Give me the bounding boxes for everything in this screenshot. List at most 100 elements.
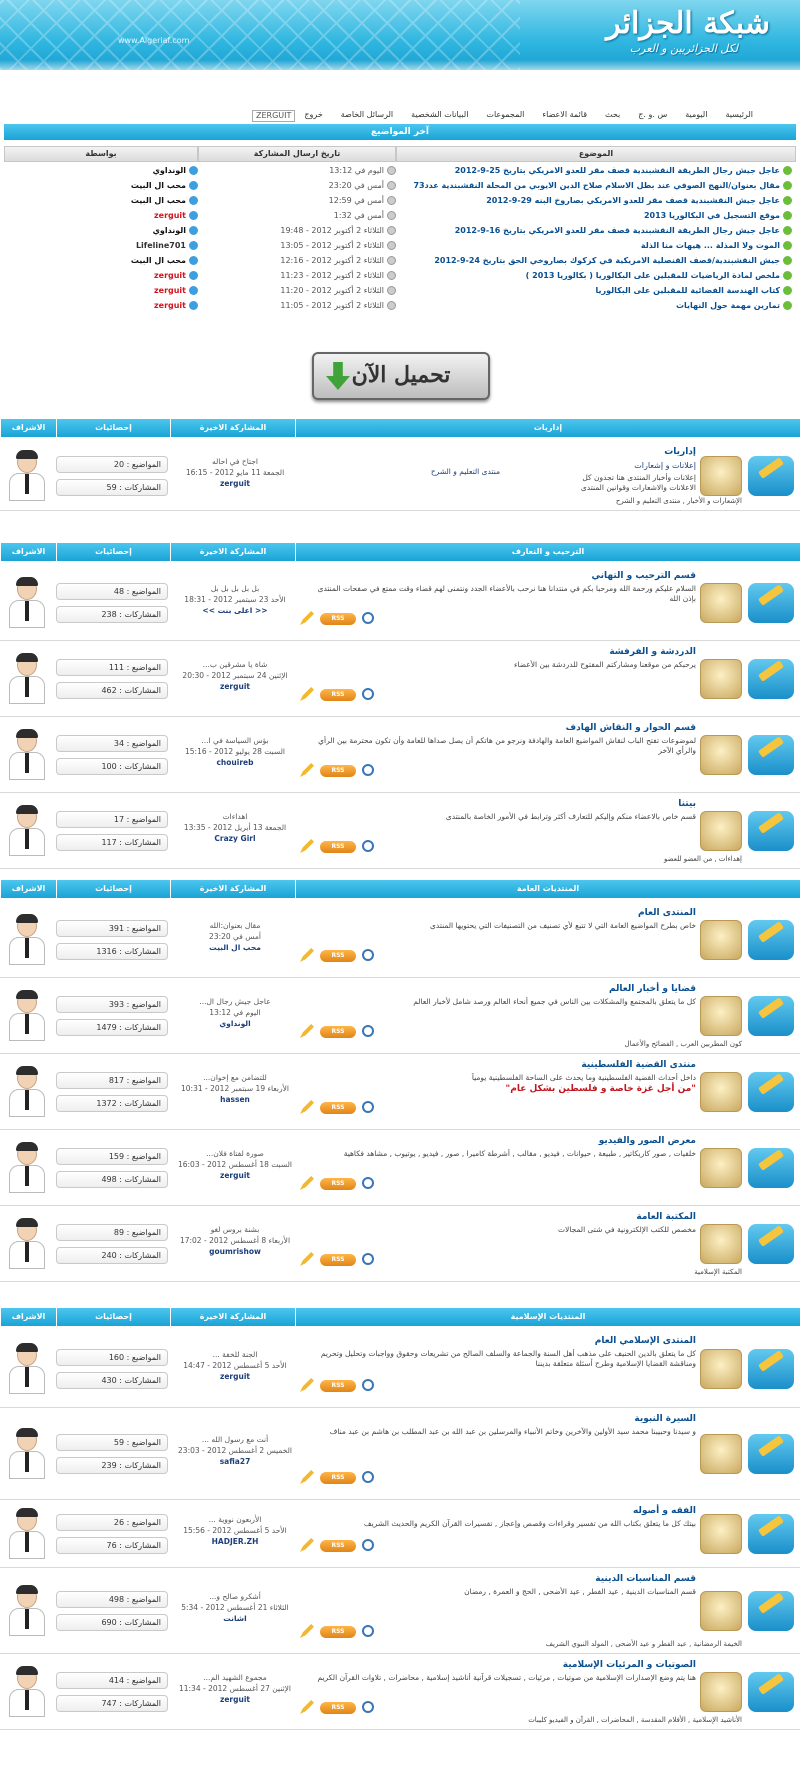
nav-calendar[interactable]: اليومية — [676, 110, 716, 122]
last-post-title[interactable]: بل بل بل بل بل — [170, 583, 300, 594]
search-icon[interactable] — [362, 612, 374, 624]
site-logo[interactable]: شبكة الجزائر — [606, 6, 770, 41]
search-icon[interactable] — [362, 688, 374, 700]
rss-icon[interactable]: RSS — [320, 1102, 356, 1114]
last-post-title[interactable]: أنت مع رسول الله ... — [170, 1434, 300, 1445]
new-topic-icon[interactable] — [300, 1378, 314, 1392]
goto-post-icon[interactable] — [189, 241, 198, 250]
search-icon[interactable] — [362, 949, 374, 961]
latest-topic-author-name[interactable]: Lifeline701 — [136, 241, 186, 250]
moderator-avatar[interactable] — [6, 1343, 50, 1394]
latest-topic-title[interactable]: الموت ولا المذلة ... هيهات منا الذلة — [412, 239, 792, 253]
forum-name[interactable]: المنتدى العام — [638, 908, 696, 918]
latest-topic-title[interactable]: عاجل جيش رجال الطريقة النقشبندية قصف مقر… — [412, 164, 792, 178]
last-post-title[interactable]: شاة يا مشرقين ب... — [170, 659, 300, 670]
last-post-title[interactable]: بؤس السياسة في ا... — [170, 735, 300, 746]
last-post-title[interactable]: عاجل جيش رجال ال... — [170, 996, 300, 1007]
nav-search[interactable]: بحث — [596, 110, 629, 122]
latest-topic-title[interactable]: ملخص لمادة الرياضيات للمقبلين على البكال… — [412, 269, 792, 283]
latest-topic-title[interactable]: عاجل جيش النقشبندية قصف مقر للعدو الامري… — [412, 194, 792, 208]
forum-name[interactable]: قضايا و أخبار العالم — [609, 984, 696, 994]
forum-name[interactable]: قسم المناسبات الدينية — [595, 1574, 696, 1584]
forum-status-icon[interactable] — [748, 659, 794, 699]
moderator-avatar[interactable] — [6, 729, 50, 780]
latest-topic-author-name[interactable]: محب ال البيت — [131, 196, 186, 205]
subforum-links[interactable]: المكتبة الإسلامية — [694, 1268, 742, 1276]
search-icon[interactable] — [362, 1379, 374, 1391]
forum-status-icon[interactable] — [748, 1672, 794, 1712]
latest-topic-link[interactable]: عاجل جيش رجال الطريقة النقشبندية قصف مقر… — [455, 226, 780, 235]
latest-topic-author[interactable]: محب ال البيت — [8, 194, 198, 208]
nav-username[interactable]: ZERGUIT — [251, 110, 296, 122]
latest-topic-title[interactable]: موقع التسجيل في البكالوريا 2013 — [412, 209, 792, 223]
latest-topic-author[interactable]: الونداوي — [8, 164, 198, 178]
last-post-author[interactable]: << اعلى بنت >> — [170, 605, 300, 616]
search-icon[interactable] — [362, 1539, 374, 1551]
download-now-button[interactable]: تحميل الآن — [312, 352, 490, 400]
forum-name[interactable]: الفقه و أصوله — [633, 1506, 696, 1516]
forum-status-icon[interactable] — [748, 1349, 794, 1389]
rss-icon[interactable]: RSS — [320, 1540, 356, 1552]
latest-topic-author-name[interactable]: zerguit — [154, 301, 186, 310]
rss-icon[interactable]: RSS — [320, 1178, 356, 1190]
last-post-author[interactable]: goumrishow — [170, 1246, 300, 1257]
rss-icon[interactable]: RSS — [320, 1026, 356, 1038]
section-title[interactable]: المنتديات الإسلامية — [295, 1308, 800, 1326]
forum-status-icon[interactable] — [748, 456, 794, 496]
last-post-title[interactable]: للتضامن مع إخوان... — [170, 1072, 300, 1083]
forum-status-icon[interactable] — [748, 1072, 794, 1112]
latest-topic-title[interactable]: جيش النقشبندية/قصف القنصلية الامريكية في… — [412, 254, 792, 268]
last-post-author[interactable]: اشانت — [170, 1613, 300, 1624]
nav-faq[interactable]: س .و .ج — [629, 110, 676, 122]
latest-topic-author-name[interactable]: محب ال البيت — [131, 181, 186, 190]
section-title[interactable]: المنتديات العامة — [295, 880, 800, 898]
forum-status-icon[interactable] — [748, 996, 794, 1036]
new-topic-icon[interactable] — [300, 1470, 314, 1484]
new-topic-icon[interactable] — [300, 948, 314, 962]
search-icon[interactable] — [362, 1625, 374, 1637]
last-post-author[interactable]: Crazy Girl — [170, 833, 300, 844]
forum-name[interactable]: الصوتيات و المرئيات الإسلامية — [563, 1660, 696, 1670]
latest-topic-author[interactable]: Lifeline701 — [8, 239, 198, 253]
forum-status-icon[interactable] — [748, 1148, 794, 1188]
latest-topic-title[interactable]: كتاب الهندسة الفضائية للمقبلين على البكا… — [412, 284, 792, 298]
moderator-avatar[interactable] — [6, 805, 50, 856]
latest-topic-link[interactable]: مقال بعنوان/النهج الصوفي عند بطل الاسلام… — [413, 181, 780, 190]
latest-topic-author[interactable]: الونداوي — [8, 224, 198, 238]
new-topic-icon[interactable] — [300, 1700, 314, 1714]
last-post-author[interactable]: zerguit — [170, 478, 300, 489]
search-icon[interactable] — [362, 1253, 374, 1265]
forum-status-icon[interactable] — [748, 735, 794, 775]
moderator-avatar[interactable] — [6, 577, 50, 628]
latest-topic-author[interactable]: zerguit — [8, 269, 198, 283]
goto-post-icon[interactable] — [189, 301, 198, 310]
forum-name[interactable]: منتدى القضية الفلسطينية — [581, 1060, 696, 1070]
latest-topic-title[interactable]: عاجل جيش رجال الطريقة النقشبندية قصف مقر… — [412, 224, 792, 238]
new-topic-icon[interactable] — [300, 1024, 314, 1038]
new-topic-icon[interactable] — [300, 1538, 314, 1552]
latest-topic-link[interactable]: موقع التسجيل في البكالوريا 2013 — [644, 211, 780, 220]
latest-topic-author[interactable]: محب ال البيت — [8, 179, 198, 193]
latest-topic-link[interactable]: جيش النقشبندية/قصف القنصلية الامريكية في… — [434, 256, 780, 265]
subforum-links[interactable]: الإشعارات و الأخبار , منتدى التعليم و ال… — [616, 497, 742, 505]
forum-name[interactable]: قسم الترحيب و التهاني — [592, 571, 696, 581]
last-post-author[interactable]: safia27 — [170, 1456, 300, 1467]
last-post-author[interactable]: zerguit — [170, 1694, 300, 1705]
subforum-link[interactable]: منتدى التعليم و الشرح — [420, 467, 500, 477]
moderator-avatar[interactable] — [6, 990, 50, 1041]
last-post-title[interactable]: أشكرو صالح و... — [170, 1591, 300, 1602]
last-post-author[interactable]: الونداوي — [170, 1018, 300, 1029]
moderator-avatar[interactable] — [6, 1585, 50, 1636]
last-post-title[interactable]: مقال بعنوان:الله — [170, 920, 300, 931]
latest-topic-author[interactable]: zerguit — [8, 284, 198, 298]
subforum-links[interactable]: كون المطربين العرب , الفضائح والأعمال — [624, 1040, 742, 1048]
search-icon[interactable] — [362, 1177, 374, 1189]
goto-post-icon[interactable] — [189, 286, 198, 295]
last-post-title[interactable]: اهداءات — [170, 811, 300, 822]
last-post-title[interactable]: الجنة للخفة ... — [170, 1349, 300, 1360]
latest-topic-link[interactable]: كتاب الهندسة الفضائية للمقبلين على البكا… — [595, 286, 780, 295]
moderator-avatar[interactable] — [6, 653, 50, 704]
latest-topic-link[interactable]: تمارين مهمة حول النهايات — [676, 301, 780, 310]
last-post-title[interactable]: صورة لفتاة فلان... — [170, 1148, 300, 1159]
goto-post-icon[interactable] — [189, 166, 198, 175]
